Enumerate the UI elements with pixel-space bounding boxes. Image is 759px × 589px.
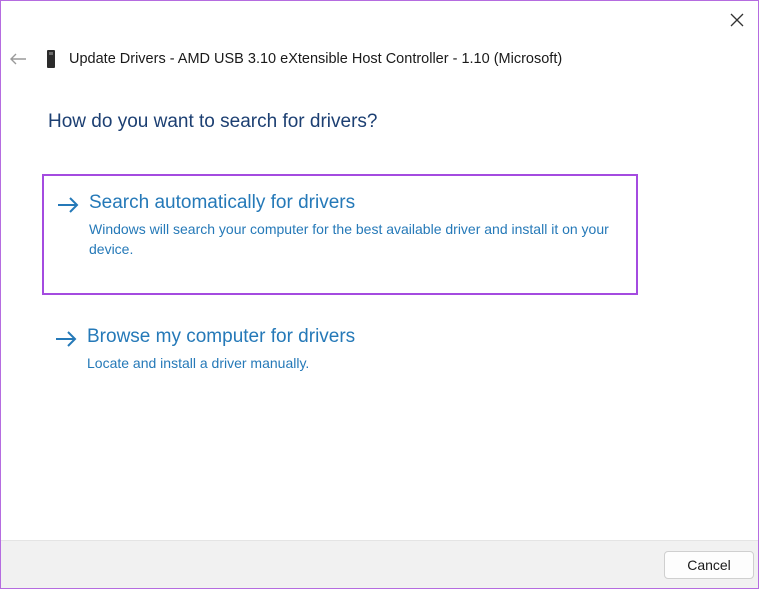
back-button[interactable]	[3, 44, 33, 74]
browse-computer-option[interactable]: Browse my computer for drivers Locate an…	[42, 316, 638, 386]
close-icon	[730, 13, 744, 27]
update-drivers-dialog: Update Drivers - AMD USB 3.10 eXtensible…	[0, 0, 759, 589]
page-heading: How do you want to search for drivers?	[48, 111, 378, 132]
option-title: Search automatically for drivers	[89, 192, 356, 213]
dialog-footer: Cancel	[1, 540, 758, 588]
close-button[interactable]	[722, 7, 752, 33]
window-title: Update Drivers - AMD USB 3.10 eXtensible…	[69, 51, 563, 67]
cancel-button[interactable]: Cancel	[664, 551, 754, 579]
arrow-right-icon	[56, 331, 77, 347]
search-automatically-option[interactable]: Search automatically for drivers Windows…	[42, 174, 638, 295]
option-description: Windows will search your computer for th…	[89, 221, 609, 257]
arrow-right-icon	[58, 197, 79, 213]
option-title: Browse my computer for drivers	[87, 326, 356, 347]
option-description: Locate and install a driver manually.	[87, 355, 310, 371]
title-bar: Update Drivers - AMD USB 3.10 eXtensible…	[1, 41, 701, 77]
usb-device-icon	[45, 49, 59, 69]
back-arrow-icon	[10, 53, 26, 65]
